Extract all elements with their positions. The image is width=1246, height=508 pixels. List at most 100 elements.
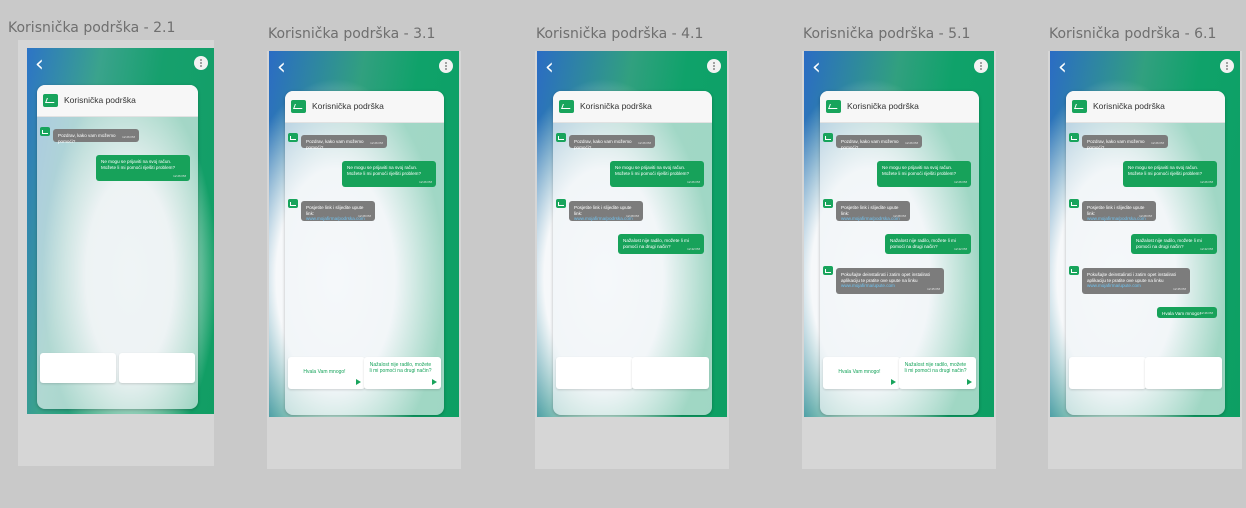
message-link[interactable]: www.mojafirma/upute.com [841, 283, 895, 288]
bot-avatar-icon [823, 199, 833, 208]
chat-card: Korisnička podrška Pozdrav, kako vam može… [553, 91, 712, 415]
message-time: 12:26 PM [370, 140, 383, 145]
quick-reply-other-way[interactable] [1145, 357, 1222, 389]
message-text: Ne mogu se prijaviti na svoj račun. Može… [347, 165, 422, 176]
user-message: Nažalost nije radilo, možete li mi pomoć… [1131, 234, 1217, 254]
user-message: Ne mogu se prijaviti na svoj račun. Može… [96, 155, 190, 181]
message-time: 12:26 PM [122, 134, 135, 139]
message-text: Pozdrav, kako vam možemo pomoći? [58, 133, 116, 144]
send-arrow-icon[interactable] [356, 379, 361, 385]
bot-message: Posjetite link i slijedite upute link: w… [1082, 201, 1156, 221]
more-options-icon[interactable] [439, 59, 453, 73]
frame-title: Korisnička podrška - 4.1 [536, 26, 704, 42]
message-time: 12:28 PM [626, 213, 639, 218]
chat-header: Korisnička podrška [820, 91, 979, 123]
message-text: Nažalost nije radilo, možete li mi pomoć… [623, 238, 689, 249]
quick-reply-thanks[interactable]: Hvala Vam mnogo! [288, 357, 365, 389]
message-text: Pozdrav, kako vam možemo pomoći? [574, 139, 632, 150]
support-logo-icon [291, 100, 306, 113]
bot-avatar-icon [288, 133, 298, 142]
message-time: 12:26 PM [419, 179, 432, 184]
quick-reply-other-way[interactable] [632, 357, 709, 389]
quick-reply-other-way[interactable]: Nažalost nije radilo, možete li mi pomoć… [899, 357, 976, 389]
message-text: Posjetite link i slijedite upute link: [306, 205, 364, 216]
message-link[interactable]: www.mojafirma/podrska.com [574, 216, 633, 221]
quick-reply-label: Nažalost nije radilo, možete li mi pomoć… [369, 362, 432, 374]
send-arrow-icon[interactable] [891, 379, 896, 385]
support-logo-icon [826, 100, 841, 113]
phone-screen: ‹ Korisnička podrška Pozdrav, kako vam mož… [804, 51, 994, 417]
message-link[interactable]: www.mojafirma/upute.com [1087, 283, 1141, 288]
message-time: 12:42 PM [954, 246, 967, 251]
chat-title: Korisnička podrška [847, 101, 919, 111]
more-options-icon[interactable] [707, 59, 721, 73]
chat-title: Korisnička podrška [1093, 101, 1165, 111]
chat-header: Korisnička podrška [1066, 91, 1225, 123]
quick-reply-other-way[interactable] [119, 353, 195, 383]
bot-avatar-icon [1069, 266, 1079, 275]
more-options-icon[interactable] [974, 59, 988, 73]
bot-message: Pokušajte deinstalirati i zatim opet ins… [836, 268, 944, 294]
frame-title: Korisnička podrška - 5.1 [803, 26, 971, 42]
message-text: Pozdrav, kako vam možemo pomoći? [306, 139, 364, 150]
bot-avatar-icon [823, 266, 833, 275]
quick-reply-other-way[interactable]: Nažalost nije radilo, možete li mi pomoć… [364, 357, 441, 389]
message-time: 12:42 PM [687, 246, 700, 251]
quick-reply-thanks[interactable] [40, 353, 116, 383]
message-link[interactable]: www.mojafirma/podrska.com [306, 216, 365, 221]
message-time: 12:45 PM [927, 286, 940, 291]
bot-avatar-icon [556, 199, 566, 208]
back-icon[interactable]: ‹ [812, 57, 821, 79]
message-text: Pokušajte deinstalirati i zatim opet ins… [841, 272, 930, 283]
user-message: Nažalost nije radilo, možete li mi pomoć… [885, 234, 971, 254]
message-link[interactable]: www.mojafirma/podrska.com [841, 216, 900, 221]
message-text: Nažalost nije radilo, možete li mi pomoć… [890, 238, 956, 249]
bot-avatar-icon [823, 133, 833, 142]
message-text: Posjetite link i slijedite upute link: [841, 205, 899, 216]
message-time: 12:46 PM [1200, 310, 1213, 315]
message-time: 12:26 PM [173, 173, 186, 178]
frame-title: Korisnička podrška - 3.1 [268, 26, 436, 42]
message-text: Hvala Vam mnogo! [1162, 311, 1201, 316]
back-icon[interactable]: ‹ [277, 57, 286, 79]
bot-message: Posjetite link i slijedite upute link: w… [301, 201, 375, 221]
quick-reply-thanks[interactable] [556, 357, 633, 389]
message-time: 12:26 PM [1151, 140, 1164, 145]
message-link[interactable]: www.mojafirma/podrska.com [1087, 216, 1146, 221]
message-time: 12:26 PM [638, 140, 651, 145]
send-arrow-icon[interactable] [967, 379, 972, 385]
user-message: Hvala Vam mnogo! 12:46 PM [1157, 307, 1217, 318]
bot-avatar-icon [556, 133, 566, 142]
bot-message: Posjetite link i slijedite upute link: w… [836, 201, 910, 221]
message-time: 12:26 PM [687, 179, 700, 184]
quick-reply-thanks[interactable]: Hvala Vam mnogo! [823, 357, 900, 389]
send-arrow-icon[interactable] [432, 379, 437, 385]
chat-header: Korisnička podrška [285, 91, 444, 123]
message-time: 12:26 PM [954, 179, 967, 184]
message-time: 12:28 PM [893, 213, 906, 218]
support-logo-icon [1072, 100, 1087, 113]
back-icon[interactable]: ‹ [1058, 57, 1067, 79]
quick-reply-thanks[interactable] [1069, 357, 1146, 389]
bot-avatar-icon [1069, 199, 1079, 208]
phone-screen: ‹ Korisnička podrška Pozdrav, kako vam mož… [27, 48, 214, 414]
chat-card: Korisnička podrška Pozdrav, kako vam može… [820, 91, 979, 415]
back-icon[interactable]: ‹ [545, 57, 554, 79]
message-text: Ne mogu se prijaviti na svoj račun. Može… [882, 165, 957, 176]
chat-card: Korisnička podrška Pozdrav, kako vam može… [37, 85, 198, 409]
message-time: 12:45 PM [1173, 286, 1186, 291]
message-time: 12:42 PM [1200, 246, 1213, 251]
back-icon[interactable]: ‹ [35, 54, 44, 76]
bot-avatar-icon [288, 199, 298, 208]
message-time: 12:26 PM [1200, 179, 1213, 184]
support-logo-icon [559, 100, 574, 113]
message-time: 12:28 PM [358, 213, 371, 218]
bot-message: Pozdrav, kako vam možemo pomoći? 12:26 PM [1082, 135, 1168, 150]
message-text: Ne mogu se prijaviti na svoj račun. Može… [1128, 165, 1203, 176]
message-text: Posjetite link i slijedite upute link: [1087, 205, 1145, 216]
support-logo-icon [43, 94, 58, 107]
bot-avatar-icon [40, 127, 50, 136]
bot-message: Posjetite link i slijedite upute link: w… [569, 201, 643, 221]
more-options-icon[interactable] [194, 56, 208, 70]
more-options-icon[interactable] [1220, 59, 1234, 73]
